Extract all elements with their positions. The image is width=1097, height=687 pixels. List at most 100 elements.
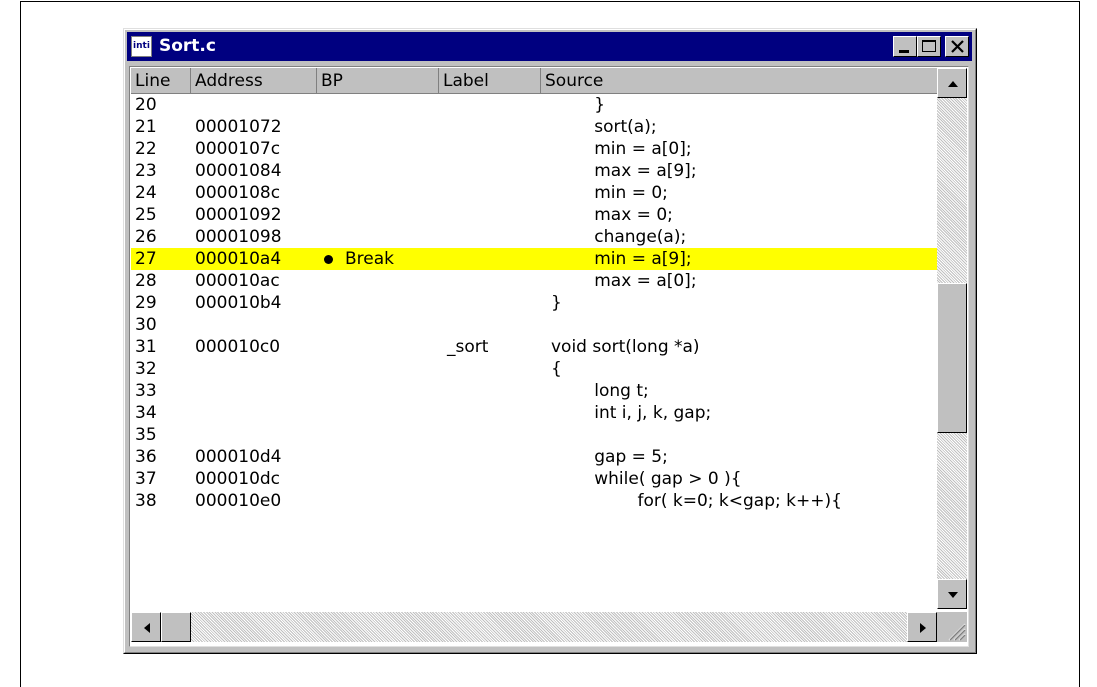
source-code: max = a[9]; xyxy=(551,161,697,181)
table-row[interactable]: 28 000010ac max = a[0]; xyxy=(131,270,937,292)
header-bp[interactable]: BP xyxy=(317,68,439,94)
source-listview[interactable]: Line Address BP Label Source 20 } 21 00001… xyxy=(129,66,969,647)
table-row[interactable]: 25 00001092 max = 0; xyxy=(131,204,937,226)
size-grip[interactable] xyxy=(937,612,967,642)
maximize-icon xyxy=(922,40,936,52)
address-cell: 00001072 xyxy=(195,117,282,137)
header-address[interactable]: Address xyxy=(191,68,317,94)
scroll-up-button[interactable] xyxy=(937,68,967,98)
resize-grip-icon xyxy=(948,623,966,641)
line-number: 30 xyxy=(135,315,157,335)
line-number: 23 xyxy=(135,161,157,181)
address-cell: 000010d4 xyxy=(195,447,282,467)
source-code: max = a[0]; xyxy=(551,271,697,291)
line-number: 21 xyxy=(135,117,157,137)
vertical-scroll-thumb[interactable] xyxy=(937,283,967,433)
table-row[interactable]: 26 00001098 change(a); xyxy=(131,226,937,248)
table-row[interactable]: 20 } xyxy=(131,94,937,116)
source-code: { xyxy=(551,359,562,379)
line-number: 27 xyxy=(135,249,157,269)
arrow-down-icon xyxy=(948,592,958,598)
line-number: 35 xyxy=(135,425,157,445)
source-code: for( k=0; k<gap; k++){ xyxy=(551,491,842,511)
source-code: min = 0; xyxy=(551,183,668,203)
address-cell: 00001098 xyxy=(195,227,282,247)
line-number: 32 xyxy=(135,359,157,379)
close-button[interactable] xyxy=(945,36,969,57)
source-code: void sort(long *a) xyxy=(551,337,700,357)
breakpoint-dot-icon[interactable] xyxy=(324,255,333,264)
source-code: max = 0; xyxy=(551,205,673,225)
line-number: 26 xyxy=(135,227,157,247)
source-code: long t; xyxy=(551,381,649,401)
table-row[interactable]: 34 int i, j, k, gap; xyxy=(131,402,937,424)
minimize-button[interactable] xyxy=(893,36,917,57)
address-cell: 0000108c xyxy=(195,183,281,203)
address-cell: 000010c0 xyxy=(195,337,281,357)
address-cell: 000010a4 xyxy=(195,249,282,269)
line-number: 25 xyxy=(135,205,157,225)
maximize-button[interactable] xyxy=(917,36,941,57)
address-cell: 00001092 xyxy=(195,205,282,225)
table-row[interactable]: 35 xyxy=(131,424,937,446)
line-number: 20 xyxy=(135,95,157,115)
source-code: min = a[9]; xyxy=(551,249,692,269)
close-icon xyxy=(951,40,964,53)
table-row[interactable]: 29 000010b4} xyxy=(131,292,937,314)
header-source[interactable]: Source xyxy=(541,68,937,94)
line-number: 22 xyxy=(135,139,157,159)
address-cell: 00001084 xyxy=(195,161,282,181)
header-line[interactable]: Line xyxy=(131,68,191,94)
minimize-icon xyxy=(899,50,909,53)
source-code: while( gap > 0 ){ xyxy=(551,469,742,489)
title-bar[interactable]: inti Sort.c xyxy=(127,32,972,61)
source-code: gap = 5; xyxy=(551,447,668,467)
source-code: change(a); xyxy=(551,227,687,247)
source-file-icon[interactable]: inti xyxy=(131,36,152,57)
address-cell: 000010b4 xyxy=(195,293,282,313)
line-number: 37 xyxy=(135,469,157,489)
table-row[interactable]: 27 000010a4 Break min = a[9]; xyxy=(131,248,937,270)
table-row[interactable]: 21 00001072 sort(a); xyxy=(131,116,937,138)
line-number: 33 xyxy=(135,381,157,401)
line-number: 29 xyxy=(135,293,157,313)
scroll-left-button[interactable] xyxy=(131,612,161,642)
line-number: 28 xyxy=(135,271,157,291)
scroll-down-button[interactable] xyxy=(937,579,967,609)
table-row[interactable]: 32 { xyxy=(131,358,937,380)
line-number: 24 xyxy=(135,183,157,203)
table-row[interactable]: 31 000010c0 _sort void sort(long *a) xyxy=(131,336,937,358)
table-row[interactable]: 24 0000108c min = 0; xyxy=(131,182,937,204)
table-row[interactable]: 37 000010dc while( gap > 0 ){ xyxy=(131,468,937,490)
horizontal-scrollbar[interactable] xyxy=(131,612,937,642)
table-row[interactable]: 38 000010e0 for( k=0; k<gap; k++){ xyxy=(131,490,937,512)
table-row[interactable]: 33 long t; xyxy=(131,380,937,402)
breakpoint-label: Break xyxy=(345,249,394,269)
line-number: 36 xyxy=(135,447,157,467)
line-number: 31 xyxy=(135,337,157,357)
column-header: Line Address BP Label Source xyxy=(131,68,937,94)
source-code: } xyxy=(551,95,606,115)
arrow-right-icon xyxy=(920,623,926,633)
table-row[interactable]: 22 0000107c min = a[0]; xyxy=(131,138,937,160)
address-cell: 000010ac xyxy=(195,271,280,291)
line-number: 38 xyxy=(135,491,157,511)
source-code: sort(a); xyxy=(551,117,657,137)
scroll-right-button[interactable] xyxy=(907,612,937,642)
table-row[interactable]: 30 xyxy=(131,314,937,336)
address-cell: 0000107c xyxy=(195,139,281,159)
table-row[interactable]: 23 00001084 max = a[9]; xyxy=(131,160,937,182)
line-number: 34 xyxy=(135,403,157,423)
label-cell: _sort xyxy=(447,337,489,357)
source-code: min = a[0]; xyxy=(551,139,692,159)
address-cell: 000010dc xyxy=(195,469,281,489)
source-window: inti Sort.c Line Address BP Label Source xyxy=(123,28,977,654)
header-label[interactable]: Label xyxy=(439,68,541,94)
table-row[interactable]: 36 000010d4 gap = 5; xyxy=(131,446,937,468)
vertical-scrollbar[interactable] xyxy=(937,68,967,609)
horizontal-scroll-thumb[interactable] xyxy=(161,612,191,642)
arrow-left-icon xyxy=(144,623,150,633)
window-title: Sort.c xyxy=(159,36,216,56)
arrow-up-icon xyxy=(948,81,958,87)
address-cell: 000010e0 xyxy=(195,491,282,511)
